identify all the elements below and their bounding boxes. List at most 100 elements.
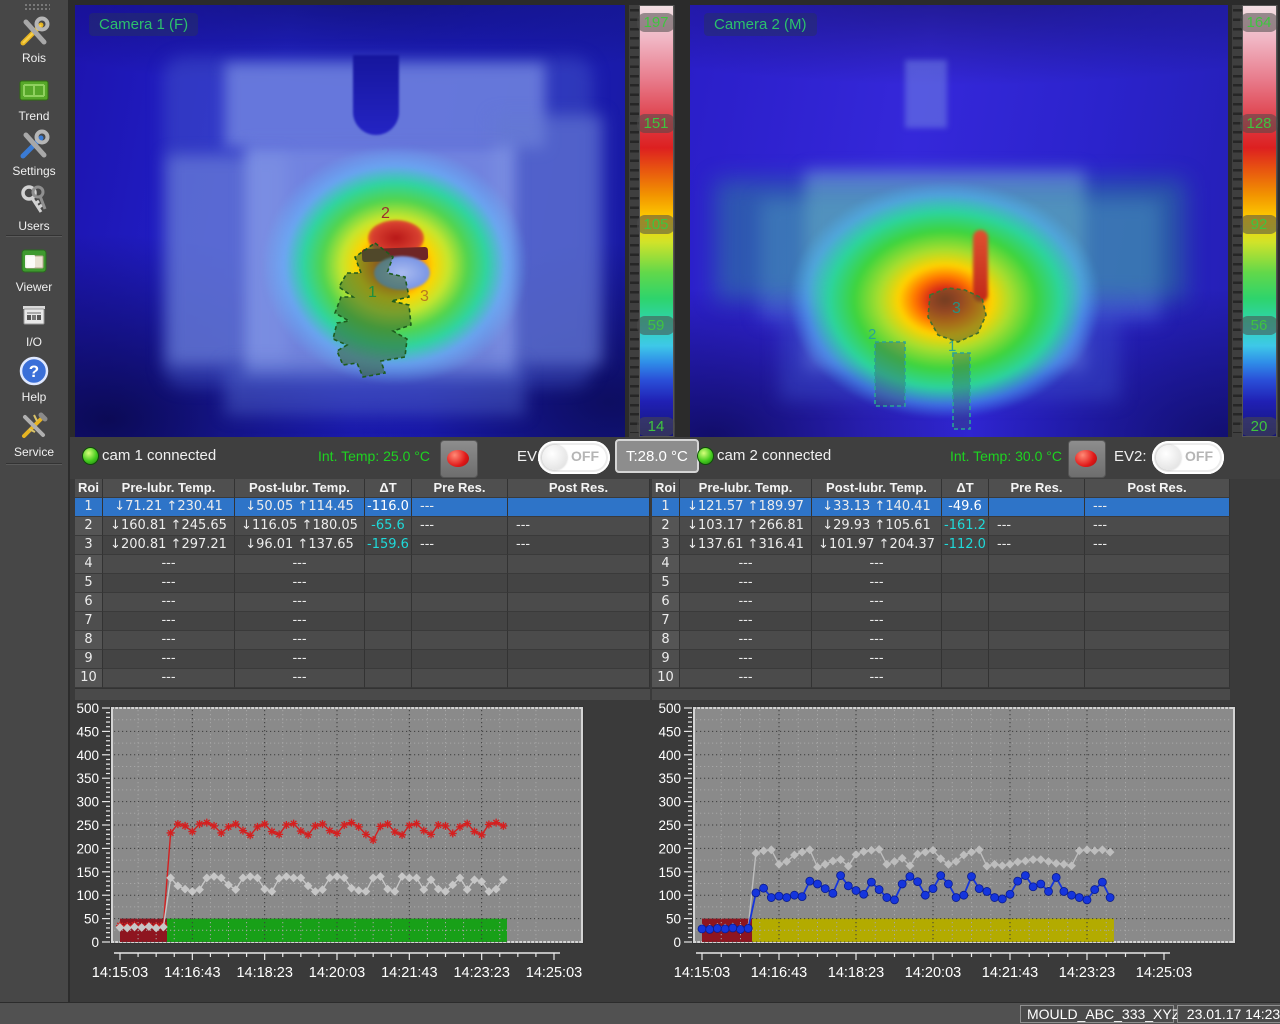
table-row[interactable]: 10------ <box>652 669 1230 688</box>
sidebar-item-io[interactable]: I/O <box>0 298 68 349</box>
table-cell: -112.0 <box>942 536 989 555</box>
y-axis-tick-label: 250 <box>658 818 681 833</box>
users-icon <box>0 182 68 218</box>
ev2-toggle-state: OFF <box>1185 448 1213 464</box>
table-cell <box>508 631 650 650</box>
camera1-title: Camera 1 (F) <box>89 13 198 36</box>
table-row[interactable]: 6------ <box>75 593 650 612</box>
table-cell <box>989 593 1085 612</box>
column-header[interactable]: Roi <box>652 479 680 498</box>
scale-label: 59 <box>637 316 675 335</box>
table-cell: ↓71.21 ↑230.41 <box>103 498 235 517</box>
column-header[interactable]: Pre-lubr. Temp. <box>103 479 235 498</box>
sidebar-item-rois[interactable]: Rois <box>0 14 68 65</box>
sidebar-item-viewer[interactable]: Viewer <box>0 243 68 294</box>
x-axis-tick-label: 14:16:43 <box>164 965 220 981</box>
camera1-thermal-view[interactable]: 1 2 3 Camera 1 (F) <box>75 5 625 437</box>
camera1-roi-table: RoiPre-lubr. Temp.Post-lubr. Temp.ΔTPre … <box>75 479 650 700</box>
ev1-toggle[interactable]: OFF <box>538 441 610 474</box>
table-cell: ↓137.61 ↑316.41 <box>680 536 812 555</box>
y-axis-tick-label: 350 <box>76 771 99 786</box>
roi2-label: 2 <box>868 326 876 343</box>
table-cell: --- <box>235 555 365 574</box>
column-header[interactable]: Post Res. <box>508 479 650 498</box>
table-row[interactable]: 4------ <box>75 555 650 574</box>
table-row[interactable]: 2↓160.81 ↑245.65↓116.05 ↑180.05-65.6----… <box>75 517 650 536</box>
table-cell <box>1085 555 1230 574</box>
camera-strip: 1 2 3 Camera 1 (F) 1971511055914 3 <box>70 0 1280 442</box>
camera2-record-button[interactable] <box>1068 440 1106 478</box>
table-row[interactable]: 6------ <box>652 593 1230 612</box>
sidebar-item-users[interactable]: Users <box>0 182 68 233</box>
table-cell: ↓103.17 ↑266.81 <box>680 517 812 536</box>
table-row[interactable]: 9------ <box>75 650 650 669</box>
table-cell <box>365 612 412 631</box>
sidebar-item-settings[interactable]: Settings <box>0 127 68 178</box>
table-row[interactable]: 7------ <box>75 612 650 631</box>
x-axis-tick-label: 14:23:23 <box>453 965 509 981</box>
roi-number-cell: 1 <box>75 498 103 517</box>
ev2-toggle[interactable]: OFF <box>1152 441 1224 474</box>
scale-label: 20 <box>1240 417 1278 436</box>
table-cell: --- <box>812 650 942 669</box>
table-row[interactable]: 1↓121.57 ↑189.97↓33.13 ↑140.41-49.6--- <box>652 498 1230 517</box>
camera1-target-temp-box[interactable]: T:28.0 °C <box>615 439 699 473</box>
sidebar-grip[interactable] <box>24 3 50 11</box>
table-cell: ↓96.01 ↑137.65 <box>235 536 365 555</box>
table-row[interactable]: 8------ <box>652 631 1230 650</box>
roi3-label: 3 <box>952 300 961 317</box>
table-row[interactable]: 7------ <box>652 612 1230 631</box>
roi1-region <box>333 243 411 377</box>
column-header[interactable]: Pre-lubr. Temp. <box>680 479 812 498</box>
sidebar-item-trend[interactable]: Trend <box>0 72 68 123</box>
column-header[interactable]: Post-lubr. Temp. <box>812 479 942 498</box>
table-row[interactable]: 9------ <box>652 650 1230 669</box>
svg-text:?: ? <box>29 362 39 381</box>
roi-number-cell: 6 <box>75 593 103 612</box>
column-header[interactable]: Pre Res. <box>412 479 508 498</box>
table-row[interactable]: 5------ <box>652 574 1230 593</box>
trend-plot: 05010015020025030035040045050014:15:0314… <box>656 700 1240 988</box>
table-row[interactable]: 3↓137.61 ↑316.41↓101.97 ↑204.37-112.0---… <box>652 536 1230 555</box>
camera2-thermal-view[interactable]: 3 2 1 Camera 2 (M) <box>690 5 1228 437</box>
table-cell: --- <box>680 631 812 650</box>
roi-number-cell: 3 <box>75 536 103 555</box>
table-row[interactable]: 2↓103.17 ↑266.81↓29.93 ↑105.61-161.2----… <box>652 517 1230 536</box>
table-row[interactable]: 10------ <box>75 669 650 688</box>
column-header[interactable]: Pre Res. <box>989 479 1085 498</box>
table-row[interactable]: 3↓200.81 ↑297.21↓96.01 ↑137.65-159.6----… <box>75 536 650 555</box>
y-axis-tick-label: 0 <box>673 935 681 950</box>
table-cell: --- <box>812 631 942 650</box>
table-cell <box>942 612 989 631</box>
x-axis-tick-label: 14:18:23 <box>828 965 884 981</box>
roi1-label: 1 <box>368 284 377 301</box>
column-header[interactable]: Post Res. <box>1085 479 1230 498</box>
table-row[interactable]: 5------ <box>75 574 650 593</box>
roi-number-cell: 6 <box>652 593 680 612</box>
camera1-record-button[interactable] <box>440 440 478 478</box>
table-row[interactable]: 8------ <box>75 631 650 650</box>
table-cell: ↓121.57 ↑189.97 <box>680 498 812 517</box>
table-row[interactable]: 4------ <box>652 555 1230 574</box>
column-header[interactable]: ΔT <box>942 479 989 498</box>
mould-id-box: MOULD_ABC_333_XYZ <box>1020 1005 1174 1023</box>
sidebar-item-label: Service <box>0 445 68 459</box>
roi-number-cell: 7 <box>75 612 103 631</box>
camera1-internal-temp: Int. Temp: 25.0 °C <box>318 448 430 464</box>
rois-icon <box>0 14 68 50</box>
toggle-knob <box>1156 445 1181 470</box>
column-header[interactable]: ΔT <box>365 479 412 498</box>
table-cell <box>942 574 989 593</box>
table-cell: --- <box>103 555 235 574</box>
camera1-connection-led <box>82 447 99 465</box>
table-row[interactable]: 1↓71.21 ↑230.41↓50.05 ↑114.45-116.0--- <box>75 498 650 517</box>
sidebar-item-help[interactable]: ?Help <box>0 353 68 404</box>
column-header[interactable]: Roi <box>75 479 103 498</box>
y-axis-tick-label: 200 <box>76 841 99 856</box>
table-cell: --- <box>508 536 650 555</box>
table-cell: ↓160.81 ↑245.65 <box>103 517 235 536</box>
column-header[interactable]: Post-lubr. Temp. <box>235 479 365 498</box>
table-cell <box>412 612 508 631</box>
camera2-roi-table: RoiPre-lubr. Temp.Post-lubr. Temp.ΔTPre … <box>652 479 1230 700</box>
sidebar-item-service[interactable]: Service <box>0 408 68 459</box>
